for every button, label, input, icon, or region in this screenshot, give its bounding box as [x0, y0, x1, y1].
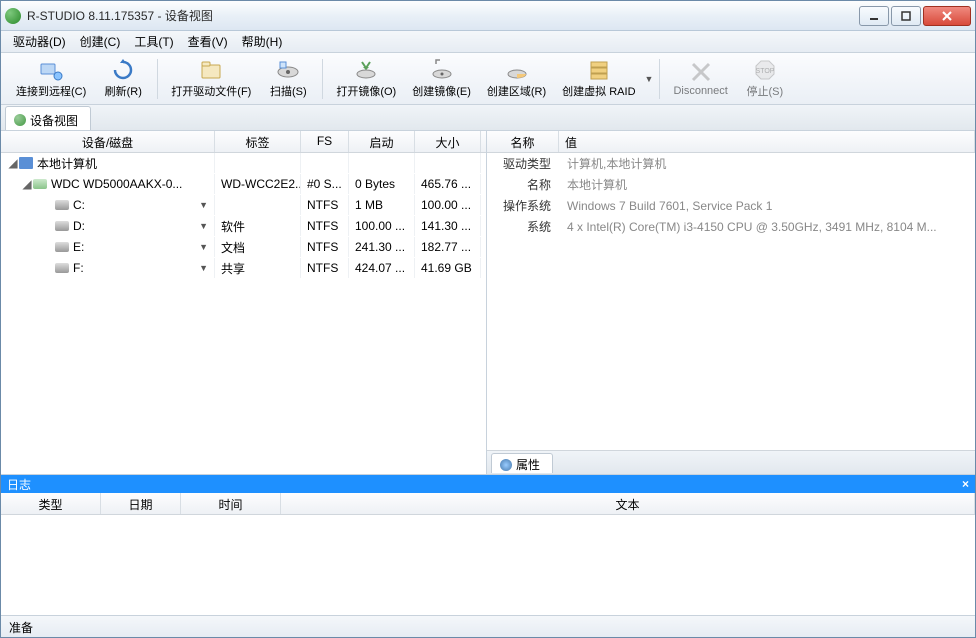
create-region-button[interactable]: 创建区域(R): [480, 56, 553, 102]
device-tree-header: 设备/磁盘 标签 FS 启动 大小: [1, 131, 486, 153]
folder-open-icon: [199, 58, 223, 82]
properties-icon: [500, 459, 512, 471]
minimize-button[interactable]: [859, 6, 889, 26]
prop-row-system[interactable]: 系统 4 x Intel(R) Core(TM) i3-4150 CPU @ 3…: [487, 216, 975, 237]
refresh-button[interactable]: 刷新(R): [95, 56, 151, 102]
tree-row-computer[interactable]: ◢本地计算机: [1, 153, 486, 174]
tree-row-e[interactable]: E:▼ 文档 NTFS 241.30 ... 182.77 ...: [1, 237, 486, 258]
window-title: R-STUDIO 8.11.175357 - 设备视图: [27, 7, 857, 24]
stop-icon: STOP: [753, 58, 777, 82]
properties-panel: 名称 值 驱动类型 计算机,本地计算机 名称 本地计算机 操作系统 Window…: [487, 131, 975, 474]
disconnect-button[interactable]: Disconnect: [666, 56, 734, 102]
menu-create[interactable]: 创建(C): [74, 31, 127, 52]
open-drive-files-button[interactable]: 打开驱动文件(F): [164, 56, 258, 102]
properties-body[interactable]: 驱动类型 计算机,本地计算机 名称 本地计算机 操作系统 Windows 7 B…: [487, 153, 975, 450]
status-text: 准备: [9, 621, 33, 635]
open-image-button[interactable]: 打开镜像(O): [329, 56, 403, 102]
computer-icon: [19, 157, 33, 169]
collapse-icon[interactable]: ◢: [21, 177, 33, 191]
header-log-text[interactable]: 文本: [281, 493, 975, 514]
header-label[interactable]: 标签: [215, 131, 301, 152]
app-window: R-STUDIO 8.11.175357 - 设备视图 驱动器(D) 创建(C)…: [0, 0, 976, 638]
header-log-time[interactable]: 时间: [181, 493, 281, 514]
menubar: 驱动器(D) 创建(C) 工具(T) 查看(V) 帮助(H): [1, 31, 975, 53]
top-panels: 设备/磁盘 标签 FS 启动 大小 ◢本地计算机 ◢WDC WD5000AAKX…: [1, 131, 975, 475]
tree-row-wdc[interactable]: ◢WDC WD5000AAKX-0... WD-WCC2E2... #0 S..…: [1, 174, 486, 195]
tree-row-c[interactable]: C:▼ NTFS 1 MB 100.00 ...: [1, 195, 486, 216]
header-prop-name[interactable]: 名称: [487, 131, 559, 152]
menu-tools[interactable]: 工具(T): [128, 31, 179, 52]
prop-row-name[interactable]: 名称 本地计算机: [487, 174, 975, 195]
chevron-down-icon[interactable]: ▼: [199, 221, 208, 231]
properties-tab-strip: 属性: [487, 450, 975, 474]
device-view-icon: [14, 114, 26, 126]
maximize-button[interactable]: [891, 6, 921, 26]
toolbar: 连接到远程(C) 刷新(R) 打开驱动文件(F) 扫描(S) 打开镜像(O) 创…: [1, 53, 975, 105]
main-area: 设备/磁盘 标签 FS 启动 大小 ◢本地计算机 ◢WDC WD5000AAKX…: [1, 131, 975, 615]
properties-header: 名称 值: [487, 131, 975, 153]
refresh-icon: [111, 58, 135, 82]
menu-view[interactable]: 查看(V): [182, 31, 234, 52]
volume-icon: [55, 242, 69, 252]
header-device[interactable]: 设备/磁盘: [1, 131, 215, 152]
header-log-type[interactable]: 类型: [1, 493, 101, 514]
tab-properties[interactable]: 属性: [491, 453, 553, 473]
tree-row-f[interactable]: F:▼ 共享 NTFS 424.07 ... 41.69 GB: [1, 258, 486, 279]
chevron-down-icon[interactable]: ▼: [199, 200, 208, 210]
device-tree-panel: 设备/磁盘 标签 FS 启动 大小 ◢本地计算机 ◢WDC WD5000AAKX…: [1, 131, 487, 474]
scan-icon: [276, 58, 300, 82]
svg-text:STOP: STOP: [755, 68, 774, 75]
log-body[interactable]: [1, 515, 975, 615]
log-title-text: 日志: [7, 476, 31, 493]
log-titlebar: 日志 ×: [1, 475, 975, 493]
header-size[interactable]: 大小: [415, 131, 481, 152]
header-prop-value[interactable]: 值: [559, 131, 975, 152]
chevron-down-icon[interactable]: ▼: [199, 242, 208, 252]
window-controls: [857, 6, 971, 26]
close-button[interactable]: [923, 6, 971, 26]
log-panel: 日志 × 类型 日期 时间 文本: [1, 475, 975, 615]
collapse-icon[interactable]: ◢: [7, 156, 19, 170]
connect-remote-button[interactable]: 连接到远程(C): [9, 56, 93, 102]
stop-button[interactable]: STOP 停止(S): [737, 56, 793, 102]
disconnect-icon: [689, 60, 713, 84]
device-tree-body[interactable]: ◢本地计算机 ◢WDC WD5000AAKX-0... WD-WCC2E2...…: [1, 153, 486, 474]
titlebar: R-STUDIO 8.11.175357 - 设备视图: [1, 1, 975, 31]
separator: [322, 59, 323, 99]
menu-drive[interactable]: 驱动器(D): [7, 31, 72, 52]
header-fs[interactable]: FS: [301, 131, 349, 152]
create-region-icon: [505, 58, 529, 82]
menu-help[interactable]: 帮助(H): [236, 31, 289, 52]
app-icon: [5, 8, 21, 24]
volume-icon: [55, 263, 69, 273]
main-tab-strip: 设备视图: [1, 105, 975, 131]
scan-button[interactable]: 扫描(S): [260, 56, 316, 102]
header-log-date[interactable]: 日期: [101, 493, 181, 514]
log-close-icon[interactable]: ×: [962, 477, 969, 491]
prop-row-os[interactable]: 操作系统 Windows 7 Build 7601, Service Pack …: [487, 195, 975, 216]
create-image-icon: [430, 58, 454, 82]
connect-icon: [39, 58, 63, 82]
header-start[interactable]: 启动: [349, 131, 415, 152]
create-image-button[interactable]: 创建镜像(E): [405, 56, 478, 102]
statusbar: 准备: [1, 615, 975, 637]
prop-row-drive-type[interactable]: 驱动类型 计算机,本地计算机: [487, 153, 975, 174]
log-header: 类型 日期 时间 文本: [1, 493, 975, 515]
separator: [659, 59, 660, 99]
chevron-down-icon[interactable]: ▼: [199, 263, 208, 273]
volume-icon: [55, 221, 69, 231]
raid-icon: [587, 58, 611, 82]
volume-icon: [55, 200, 69, 210]
tree-row-d[interactable]: D:▼ 软件 NTFS 100.00 ... 141.30 ...: [1, 216, 486, 237]
tab-device-view[interactable]: 设备视图: [5, 106, 91, 130]
hdd-icon: [33, 179, 47, 189]
create-virtual-raid-button[interactable]: 创建虚拟 RAID: [555, 56, 642, 102]
open-image-icon: [354, 58, 378, 82]
separator: [157, 59, 158, 99]
raid-dropdown-icon[interactable]: ▼: [645, 74, 654, 84]
